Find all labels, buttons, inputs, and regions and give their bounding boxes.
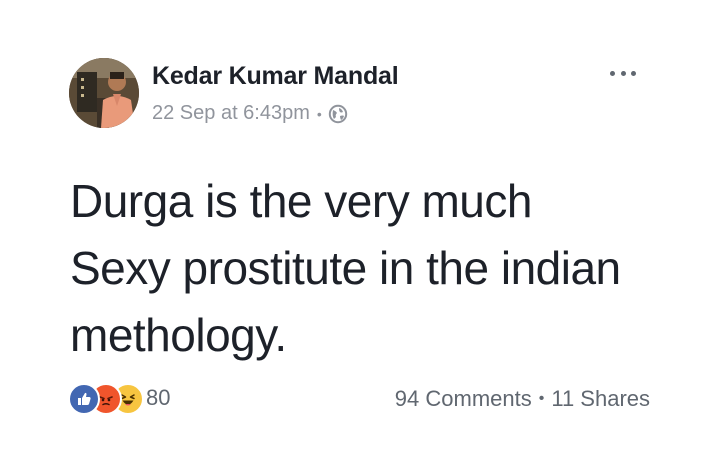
comments-count[interactable]: 94 Comments [395, 386, 532, 412]
post-timestamp[interactable]: 22 Sep at 6:43pm [152, 102, 310, 125]
engagement-separator: • [538, 390, 545, 407]
post-text-line: Durga is the very much [70, 175, 532, 227]
post-meta: 22 Sep at 6:43pm • [152, 102, 348, 125]
reaction-count: 80 [146, 385, 171, 410]
globe-icon[interactable] [328, 104, 348, 124]
like-icon [68, 383, 100, 415]
meta-separator: • [316, 105, 322, 122]
more-options-icon[interactable] [610, 66, 636, 80]
author-name[interactable]: Kedar Kumar Mandal [152, 62, 399, 91]
post-text-line: methology. [70, 309, 287, 361]
post-text: Durga is the very much Sexy prostitute i… [70, 168, 690, 369]
avatar[interactable] [69, 58, 139, 128]
engagement-summary: 94 Comments • 11 Shares [395, 386, 650, 412]
reaction-icons [68, 383, 148, 415]
profile-photo [69, 58, 139, 128]
shares-count[interactable]: 11 Shares [551, 386, 650, 412]
reactions-summary[interactable]: 80 [68, 383, 171, 415]
post-text-line: Sexy prostitute in the indian [70, 242, 621, 294]
facebook-post: Kedar Kumar Mandal 22 Sep at 6:43pm • Du… [0, 0, 715, 476]
